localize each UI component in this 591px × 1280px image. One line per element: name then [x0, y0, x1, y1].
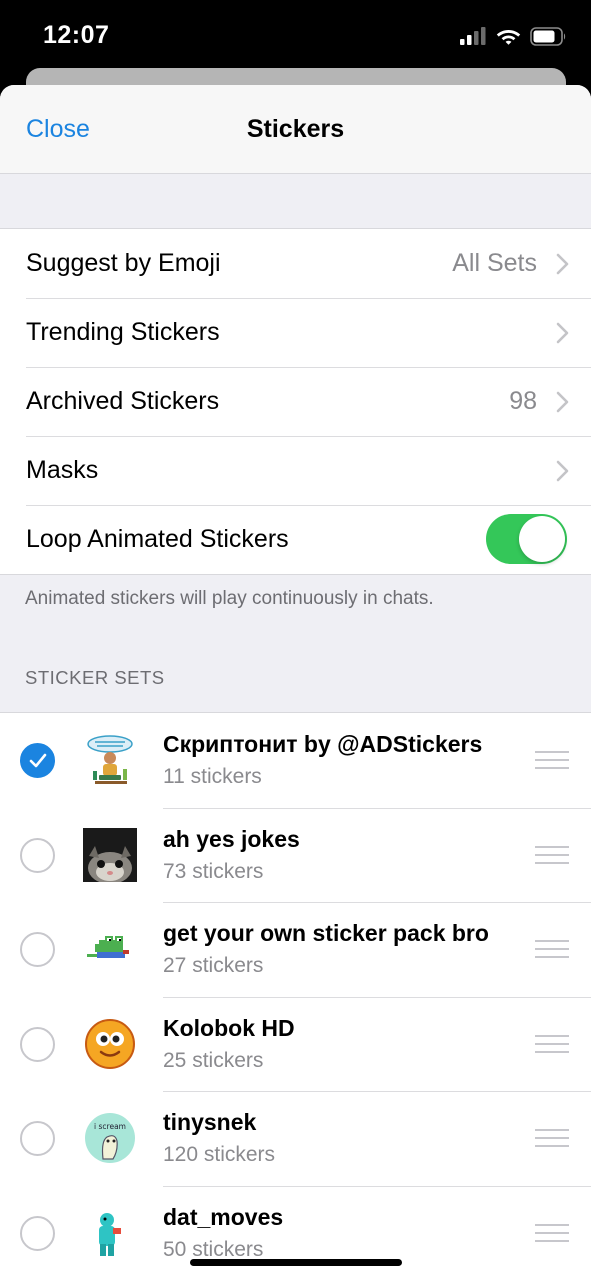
selection-checkbox[interactable] — [20, 1121, 55, 1157]
status-icons — [460, 24, 567, 48]
sticker-set-row[interactable]: get your own sticker pack bro 27 sticker… — [0, 902, 591, 997]
settings-group: Suggest by Emoji All Sets Trending Stick… — [0, 228, 591, 575]
sticker-set-title: tinysnek — [163, 1109, 257, 1136]
sticker-sets-header: STICKER SETS — [25, 667, 165, 688]
sticker-set-title: dat_moves — [163, 1203, 284, 1230]
sticker-set-title: Скриптонит by @ADStickers — [163, 731, 483, 757]
trending-stickers-row[interactable]: Trending Stickers — [0, 298, 591, 367]
reorder-handle-icon[interactable] — [535, 1129, 569, 1149]
sticker-sets-list: Скриптонит by @ADStickers 11 stickers ah… — [0, 712, 591, 1280]
selection-checkbox[interactable] — [20, 932, 55, 968]
row-label: Masks — [26, 456, 99, 484]
sticker-set-title: Kolobok HD — [163, 1014, 295, 1041]
kolobok-face-sticker-icon — [85, 1018, 135, 1069]
loop-animated-stickers-toggle[interactable] — [486, 514, 567, 564]
dancing-figure-sticker-icon — [99, 1212, 121, 1256]
row-label: Trending Stickers — [26, 318, 220, 346]
sticker-set-row[interactable]: Скриптонит by @ADStickers 11 stickers — [0, 713, 591, 808]
wifi-icon — [496, 30, 521, 45]
row-label: Suggest by Emoji — [26, 249, 221, 277]
sticker-set-row[interactable]: ah yes jokes 73 stickers — [0, 807, 591, 903]
cat-photo-sticker-icon — [83, 827, 137, 882]
sticker-set-count: 120 stickers — [163, 1143, 276, 1167]
chevron-right-icon — [556, 460, 569, 482]
row-label: Loop Animated Stickers — [26, 525, 289, 553]
chevron-right-icon — [556, 253, 569, 275]
reorder-handle-icon[interactable] — [535, 751, 569, 771]
scriptonite-sticker-icon — [87, 735, 133, 784]
toggle-knob — [519, 516, 565, 562]
cellular-signal-icon — [460, 27, 486, 45]
reorder-handle-icon[interactable] — [535, 845, 569, 866]
sticker-set-count: 27 stickers — [163, 954, 264, 978]
reorder-handle-icon[interactable] — [535, 1223, 569, 1244]
suggest-by-emoji-row[interactable]: Suggest by Emoji All Sets — [0, 229, 591, 298]
loop-footer-note: Animated stickers will play continuously… — [25, 588, 434, 609]
row-label: Archived Stickers — [26, 387, 220, 415]
reorder-handle-icon[interactable] — [535, 940, 569, 960]
row-value: All Sets — [452, 249, 537, 277]
selection-checkbox[interactable] — [20, 1215, 55, 1251]
sticker-set-row[interactable]: i scream tinysnek 120 stickers — [0, 1091, 591, 1186]
row-value: 98 — [509, 387, 537, 415]
selection-checkbox[interactable] — [20, 837, 55, 873]
sticker-set-row[interactable]: Kolobok HD 25 stickers — [0, 996, 591, 1092]
pixel-frog-sticker-icon — [87, 936, 129, 959]
navigation-bar: Close Stickers — [0, 85, 591, 174]
selection-checkbox[interactable] — [20, 743, 55, 778]
sticker-set-count: 25 stickers — [163, 1048, 264, 1072]
selection-checkbox[interactable] — [20, 1026, 55, 1062]
status-time: 12:07 — [43, 21, 110, 49]
sticker-set-title: ah yes jokes — [163, 825, 300, 852]
masks-row[interactable]: Masks — [0, 436, 591, 505]
sticker-set-count: 73 stickers — [163, 859, 264, 883]
chevron-right-icon — [556, 391, 569, 413]
chevron-right-icon — [556, 322, 569, 344]
snek-sticker-caption: i scream — [94, 1122, 126, 1131]
page-title: Stickers — [246, 115, 345, 143]
sticker-set-count: 11 stickers — [163, 765, 262, 788]
archived-stickers-row[interactable]: Archived Stickers 98 — [0, 367, 591, 436]
status-bar: 12:07 — [0, 0, 591, 72]
loop-animated-stickers-row: Loop Animated Stickers — [0, 505, 591, 574]
checkmark-icon — [29, 753, 47, 768]
sticker-set-title: get your own sticker pack bro — [163, 920, 489, 947]
home-indicator[interactable] — [190, 1259, 402, 1266]
battery-icon — [530, 26, 566, 46]
stickers-sheet: Close Stickers Suggest by Emoji All Sets… — [0, 85, 591, 1280]
reorder-handle-icon[interactable] — [535, 1034, 569, 1055]
snek-sticker-icon: i scream — [85, 1113, 135, 1164]
